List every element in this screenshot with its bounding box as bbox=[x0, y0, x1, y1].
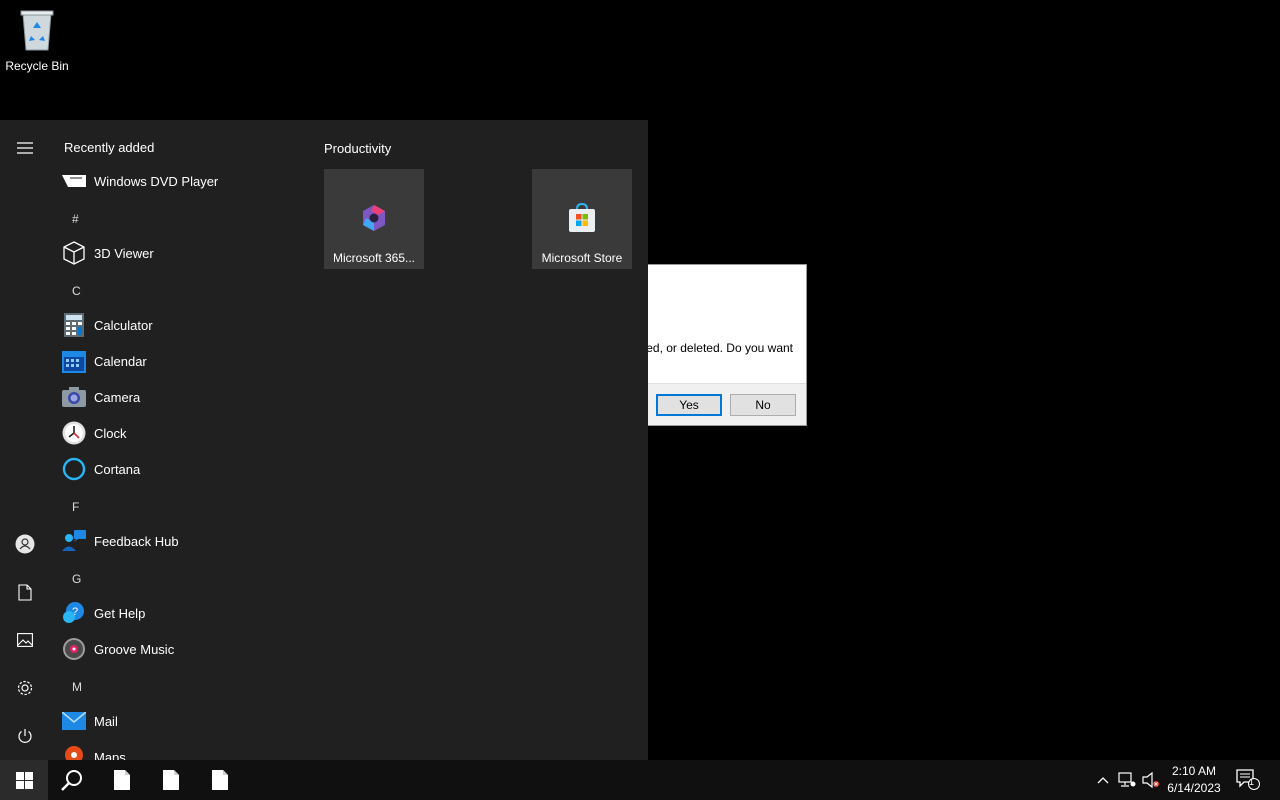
power-button[interactable] bbox=[11, 722, 39, 750]
dvd-icon bbox=[62, 169, 86, 193]
feedback-icon bbox=[62, 529, 86, 553]
recycle-bin-label: Recycle Bin bbox=[5, 59, 69, 73]
hamburger-icon bbox=[17, 142, 33, 154]
app-label: Camera bbox=[94, 389, 141, 405]
app-windows-dvd-player[interactable]: Windows DVD Player bbox=[62, 165, 298, 197]
app-feedback-hub[interactable]: Feedback Hub bbox=[62, 525, 298, 557]
gear-icon bbox=[17, 680, 33, 696]
network-icon bbox=[1118, 772, 1136, 787]
letter-header-m[interactable]: M bbox=[72, 680, 82, 694]
clock-date: 6/14/2023 bbox=[1167, 781, 1221, 795]
app-label: Get Help bbox=[94, 605, 146, 621]
chevron-up-icon bbox=[1097, 777, 1109, 784]
letter-header-f[interactable]: F bbox=[72, 500, 79, 514]
app-cortana[interactable]: Cortana bbox=[62, 453, 298, 485]
volume-button[interactable] bbox=[1140, 760, 1162, 800]
tile-microsoft-365[interactable]: Microsoft 365... bbox=[324, 169, 424, 269]
volume-muted-icon bbox=[1142, 772, 1159, 788]
start-menu-rail bbox=[0, 120, 50, 760]
app-label: 3D Viewer bbox=[94, 245, 154, 261]
camera-icon bbox=[62, 385, 86, 409]
app-calculator[interactable]: Calculator bbox=[62, 309, 298, 341]
app-clock[interactable]: Clock bbox=[62, 417, 298, 449]
help-icon: ? bbox=[62, 601, 86, 625]
documents-button[interactable] bbox=[11, 578, 39, 606]
taskbar-app-2[interactable] bbox=[147, 760, 195, 800]
tile-area: Productivity Microsoft 365... Microsoft … bbox=[324, 120, 644, 760]
calculator-icon bbox=[62, 313, 86, 337]
cube-icon bbox=[62, 241, 86, 265]
desktop: Recycle Bin ed, or deleted. Do you want … bbox=[0, 0, 1280, 760]
yes-button[interactable]: Yes bbox=[656, 394, 722, 416]
store-icon bbox=[569, 202, 595, 232]
search-button[interactable] bbox=[48, 760, 96, 800]
windows-logo-icon bbox=[15, 771, 33, 789]
app-label: Mail bbox=[94, 713, 118, 729]
music-icon bbox=[62, 637, 86, 661]
settings-button[interactable] bbox=[11, 674, 39, 702]
app-mail[interactable]: Mail bbox=[62, 705, 298, 737]
app-label: Calendar bbox=[94, 353, 147, 369]
expand-menu-button[interactable] bbox=[11, 134, 39, 162]
calendar-icon bbox=[62, 349, 86, 373]
app-calendar[interactable]: Calendar bbox=[62, 345, 298, 377]
app-label: Clock bbox=[94, 425, 127, 441]
pictures-icon bbox=[17, 633, 33, 647]
app-camera[interactable]: Camera bbox=[62, 381, 298, 413]
app-label: Calculator bbox=[94, 317, 153, 333]
user-account-button[interactable] bbox=[11, 530, 39, 558]
maps-icon bbox=[62, 745, 86, 760]
clock-time: 2:10 AM bbox=[1171, 764, 1217, 778]
tile-label: Microsoft Store bbox=[541, 251, 623, 265]
taskbar: 2:10 AM 6/14/2023 1 bbox=[0, 760, 1280, 800]
show-hidden-icons-button[interactable] bbox=[1092, 760, 1114, 800]
app-maps[interactable]: Maps bbox=[62, 741, 298, 760]
recently-added-heading: Recently added bbox=[64, 140, 155, 155]
app-get-help[interactable]: ? Get Help bbox=[62, 597, 298, 629]
recycle-bin-shortcut[interactable]: Recycle Bin bbox=[2, 6, 72, 73]
letter-header-hash[interactable]: # bbox=[72, 212, 79, 226]
app-label: Windows DVD Player bbox=[94, 173, 219, 189]
blank-file-icon bbox=[163, 770, 179, 790]
taskbar-clock[interactable]: 2:10 AM 6/14/2023 bbox=[1160, 763, 1228, 797]
action-center-button[interactable]: 1 bbox=[1234, 760, 1262, 800]
tile-microsoft-store[interactable]: Microsoft Store bbox=[532, 169, 632, 269]
app-label: Groove Music bbox=[94, 641, 175, 657]
user-icon bbox=[15, 534, 35, 554]
blank-file-icon bbox=[212, 770, 228, 790]
blank-file-icon bbox=[114, 770, 130, 790]
notification-count: 1 bbox=[1249, 777, 1255, 787]
app-groove-music[interactable]: Groove Music bbox=[62, 633, 298, 665]
clock-icon bbox=[62, 421, 86, 445]
svg-text:?: ? bbox=[72, 606, 78, 618]
start-button[interactable] bbox=[0, 760, 48, 800]
mail-icon bbox=[62, 709, 86, 733]
letter-header-g[interactable]: G bbox=[72, 572, 81, 586]
pictures-button[interactable] bbox=[11, 626, 39, 654]
no-button[interactable]: No bbox=[730, 394, 796, 416]
taskbar-app-3[interactable] bbox=[196, 760, 244, 800]
document-icon bbox=[18, 583, 32, 601]
tile-group-title[interactable]: Productivity bbox=[324, 141, 391, 156]
power-icon bbox=[18, 729, 32, 743]
app-3d-viewer[interactable]: 3D Viewer bbox=[62, 237, 298, 269]
tile-label: Microsoft 365... bbox=[332, 251, 416, 265]
network-button[interactable] bbox=[1116, 760, 1138, 800]
letter-header-c[interactable]: C bbox=[72, 284, 81, 298]
notification-icon bbox=[1236, 769, 1260, 790]
start-menu: Recently added Windows DVD Player # 3D V… bbox=[0, 120, 648, 760]
recycle-bin-icon bbox=[20, 10, 54, 51]
app-label: Feedback Hub bbox=[94, 533, 179, 549]
app-label: Maps bbox=[94, 749, 126, 761]
cortana-icon bbox=[62, 457, 86, 481]
microsoft-365-icon bbox=[363, 205, 385, 231]
search-icon bbox=[61, 770, 82, 791]
app-list: Recently added Windows DVD Player # 3D V… bbox=[50, 120, 300, 760]
app-label: Cortana bbox=[94, 461, 141, 477]
taskbar-app-1[interactable] bbox=[98, 760, 146, 800]
